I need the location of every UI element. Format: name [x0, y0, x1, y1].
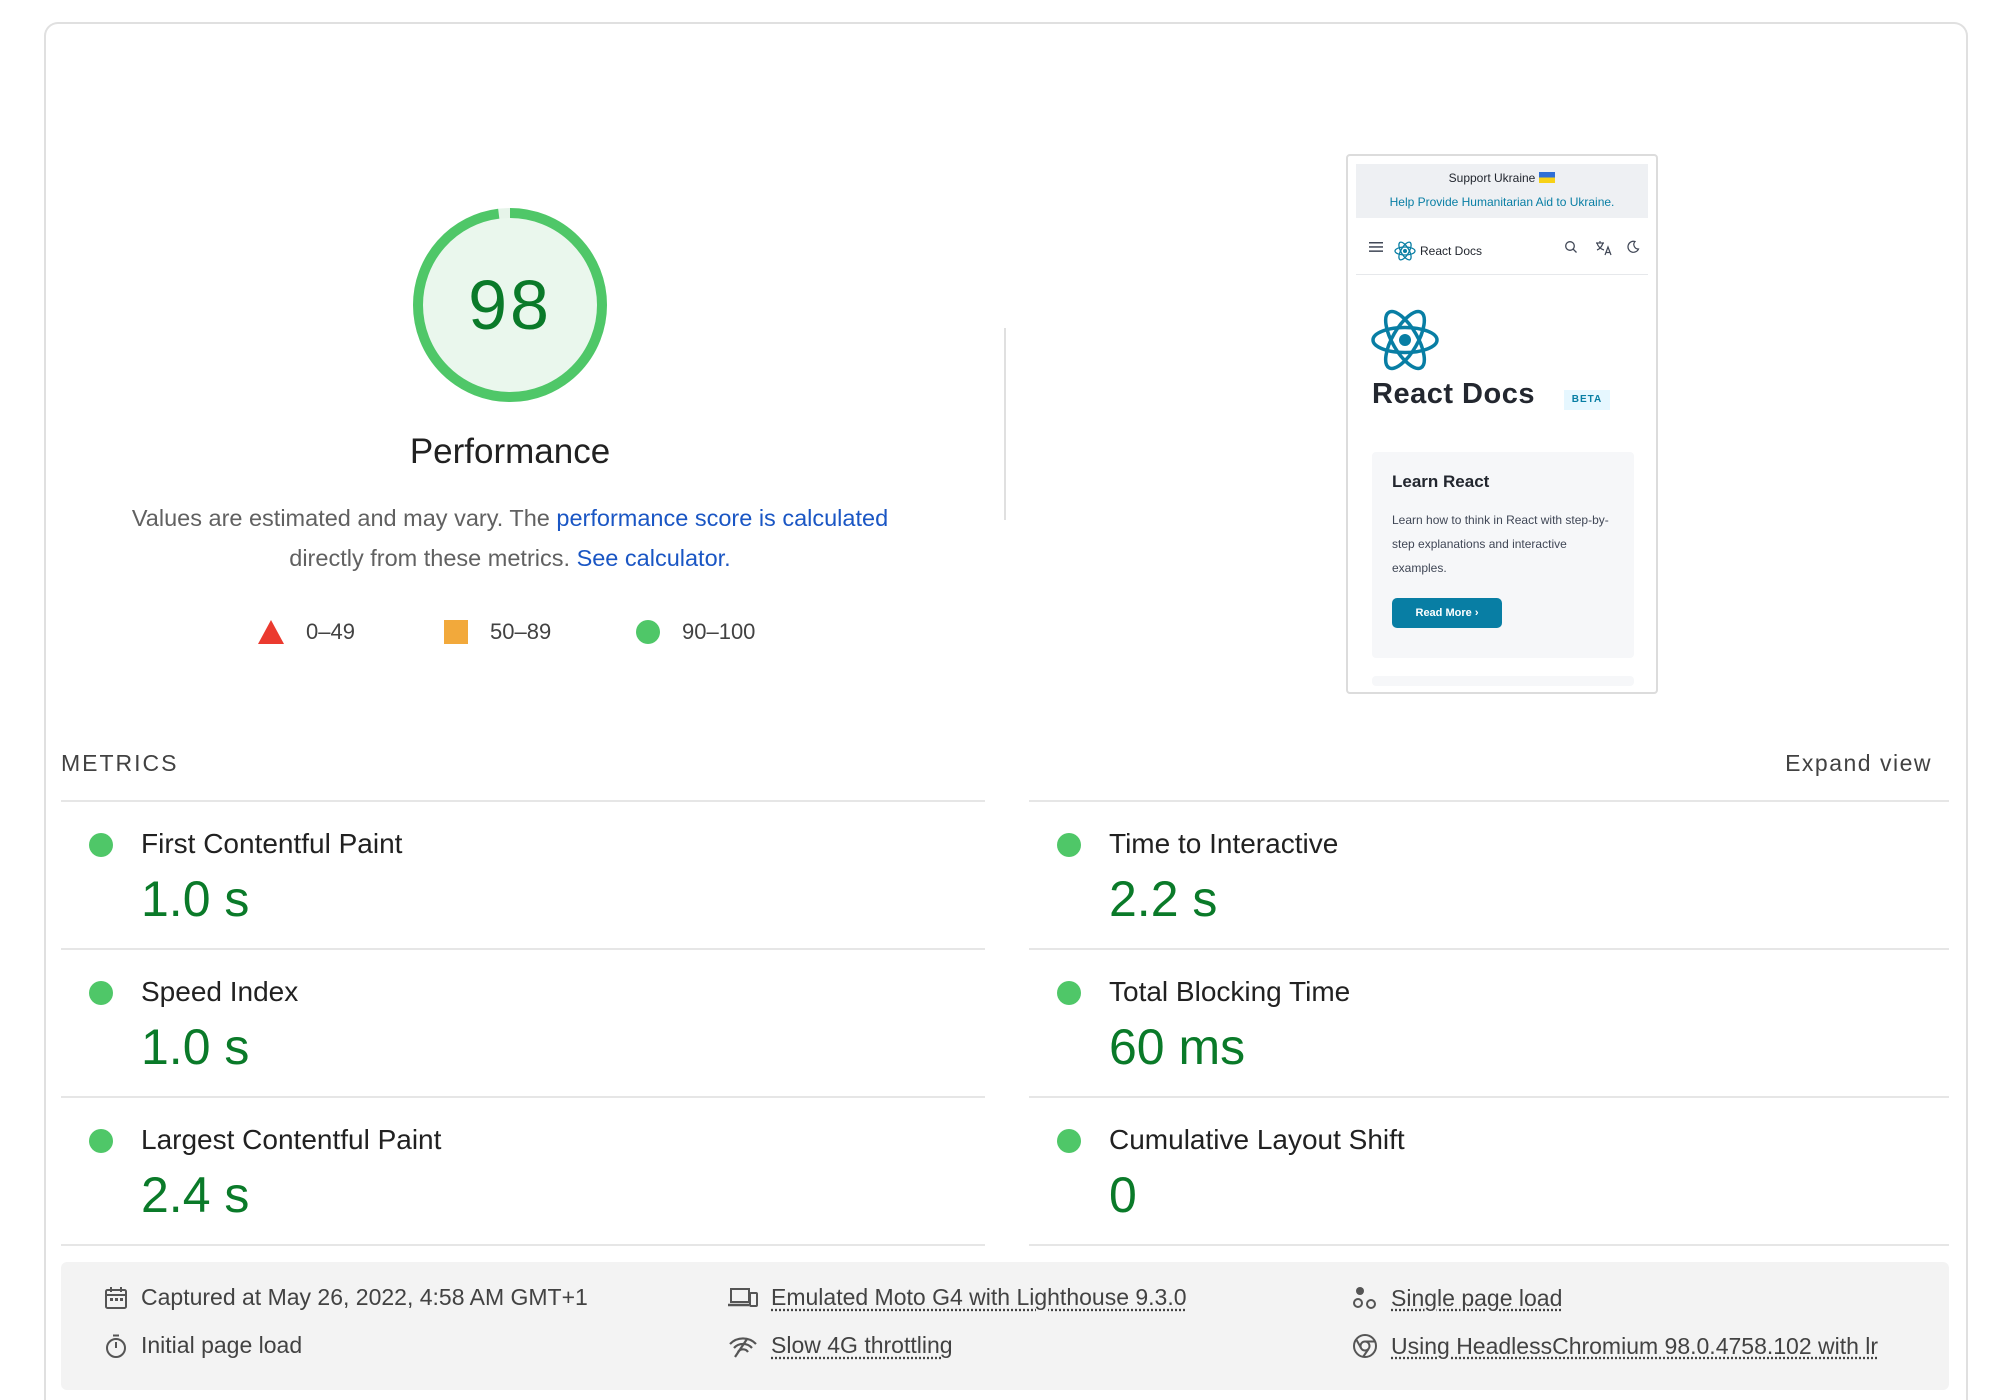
metrics-divider: [1029, 1244, 1949, 1246]
react-atom-icon: [1370, 308, 1440, 377]
learn-card-title: Learn React: [1392, 472, 1489, 492]
metric-total-blocking-time: Total Blocking Time 60 ms: [1029, 950, 1949, 1098]
browser-text: Using HeadlessChromium 98.0.4758.102 wit…: [1391, 1333, 1878, 1360]
initial-page-load: Initial page load: [103, 1332, 302, 1359]
chrome-icon: [1351, 1332, 1379, 1360]
metric-value: 60 ms: [1109, 1018, 1245, 1076]
pass-circle-icon: [1057, 1129, 1081, 1153]
banner-title-row: Support Ukraine: [1356, 164, 1648, 190]
devices-icon: [727, 1285, 759, 1311]
legend-fail: 0–49: [258, 614, 355, 650]
language-icon: [1594, 240, 1614, 256]
metric-value: 2.4 s: [141, 1166, 249, 1224]
metric-cumulative-layout-shift: Cumulative Layout Shift 0: [1029, 1098, 1949, 1246]
runtime-settings: Captured at May 26, 2022, 4:58 AM GMT+1 …: [61, 1262, 1949, 1390]
see-calculator-link[interactable]: See calculator.: [577, 545, 731, 571]
device-text: Emulated Moto G4 with Lighthouse 9.3.0: [771, 1284, 1187, 1311]
metric-speed-index: Speed Index 1.0 s: [61, 950, 981, 1098]
legend-range: 50–89: [490, 619, 551, 645]
metric-label: Largest Contentful Paint: [141, 1124, 441, 1156]
legend-range: 90–100: [682, 619, 755, 645]
metric-value: 1.0 s: [141, 1018, 249, 1076]
banner-link: Help Provide Humanitarian Aid to Ukraine…: [1356, 190, 1648, 214]
metric-time-to-interactive: Time to Interactive 2.2 s: [1029, 802, 1949, 950]
calendar-icon: [103, 1285, 129, 1311]
hamburger-icon: [1368, 240, 1384, 254]
green-circle-icon: [636, 620, 660, 644]
metric-first-contentful-paint: First Contentful Paint 1.0 s: [61, 802, 981, 950]
metric-value: 0: [1109, 1166, 1137, 1224]
chevron-right-icon: ›: [1475, 607, 1479, 619]
initial-load-text: Initial page load: [141, 1332, 302, 1359]
signal-icon: [727, 1333, 759, 1359]
score-description: Values are estimated and may vary. The p…: [100, 498, 920, 578]
metric-largest-contentful-paint: Largest Contentful Paint 2.4 s: [61, 1098, 981, 1246]
metric-label: Speed Index: [141, 976, 298, 1008]
vertical-divider: [1004, 328, 1006, 520]
browser-version[interactable]: Using HeadlessChromium 98.0.4758.102 wit…: [1351, 1332, 1911, 1360]
stopwatch-icon: [103, 1333, 129, 1359]
throttling-text: Slow 4G throttling: [771, 1332, 953, 1359]
metric-value: 2.2 s: [1109, 870, 1217, 928]
read-more-label: Read More: [1416, 607, 1472, 619]
pass-circle-icon: [1057, 833, 1081, 857]
beta-badge: BETA: [1564, 390, 1610, 410]
metric-label: Time to Interactive: [1109, 828, 1338, 860]
banner-title: Support Ukraine: [1449, 171, 1536, 185]
metric-value: 1.0 s: [141, 870, 249, 928]
dark-mode-icon: [1626, 240, 1640, 254]
learn-react-card: Learn React Learn how to think in React …: [1372, 452, 1634, 658]
description-text: Values are estimated and may vary. The: [132, 505, 557, 531]
metric-label: First Contentful Paint: [141, 828, 402, 860]
react-logo-icon: [1394, 240, 1416, 262]
legend-range: 0–49: [306, 619, 355, 645]
read-more-button: Read More ›: [1392, 598, 1502, 628]
thumbnail-nav: React Docs: [1368, 238, 1640, 268]
captured-text: Captured at May 26, 2022, 4:58 AM GMT+1: [141, 1284, 588, 1311]
metric-label: Cumulative Layout Shift: [1109, 1124, 1405, 1156]
metric-label: Total Blocking Time: [1109, 976, 1350, 1008]
score-legend: 0–49 50–89 90–100: [258, 614, 818, 650]
score-calculated-link[interactable]: performance score is calculated: [556, 505, 888, 531]
category-title: Performance: [310, 432, 710, 472]
orange-square-icon: [444, 620, 468, 644]
nodes-icon: [1351, 1284, 1379, 1312]
performance-gauge: 98: [410, 205, 610, 405]
nav-title: React Docs: [1420, 244, 1482, 258]
pass-circle-icon: [89, 981, 113, 1005]
pass-circle-icon: [89, 1129, 113, 1153]
red-triangle-icon: [258, 620, 284, 644]
metrics-divider: [61, 1244, 985, 1246]
legend-average: 50–89: [444, 614, 551, 650]
captured-at: Captured at May 26, 2022, 4:58 AM GMT+1: [103, 1284, 588, 1311]
metrics-header: METRICS: [61, 750, 179, 777]
thumbnail-heading: React Docs: [1372, 378, 1535, 411]
search-icon: [1564, 240, 1578, 254]
description-text-2: directly from these metrics.: [289, 545, 576, 571]
pass-circle-icon: [89, 833, 113, 857]
legend-pass: 90–100: [636, 614, 755, 650]
thumbnail-separator: [1356, 274, 1648, 275]
pass-circle-icon: [1057, 981, 1081, 1005]
learn-card-text: Learn how to think in React with step-by…: [1392, 508, 1620, 580]
single-load-text: Single page load: [1391, 1285, 1562, 1312]
single-page-load[interactable]: Single page load: [1351, 1284, 1562, 1312]
thumbnail-banner: Support Ukraine Help Provide Humanitaria…: [1356, 164, 1648, 218]
ukraine-flag-icon: [1539, 172, 1555, 183]
score-value: 98: [410, 205, 610, 405]
emulated-device[interactable]: Emulated Moto G4 with Lighthouse 9.3.0: [727, 1284, 1187, 1311]
final-screenshot[interactable]: Support Ukraine Help Provide Humanitaria…: [1346, 154, 1658, 694]
network-throttling[interactable]: Slow 4G throttling: [727, 1332, 953, 1359]
thumbnail-next-card: [1372, 676, 1634, 686]
expand-view-toggle[interactable]: Expand view: [1785, 750, 1932, 777]
